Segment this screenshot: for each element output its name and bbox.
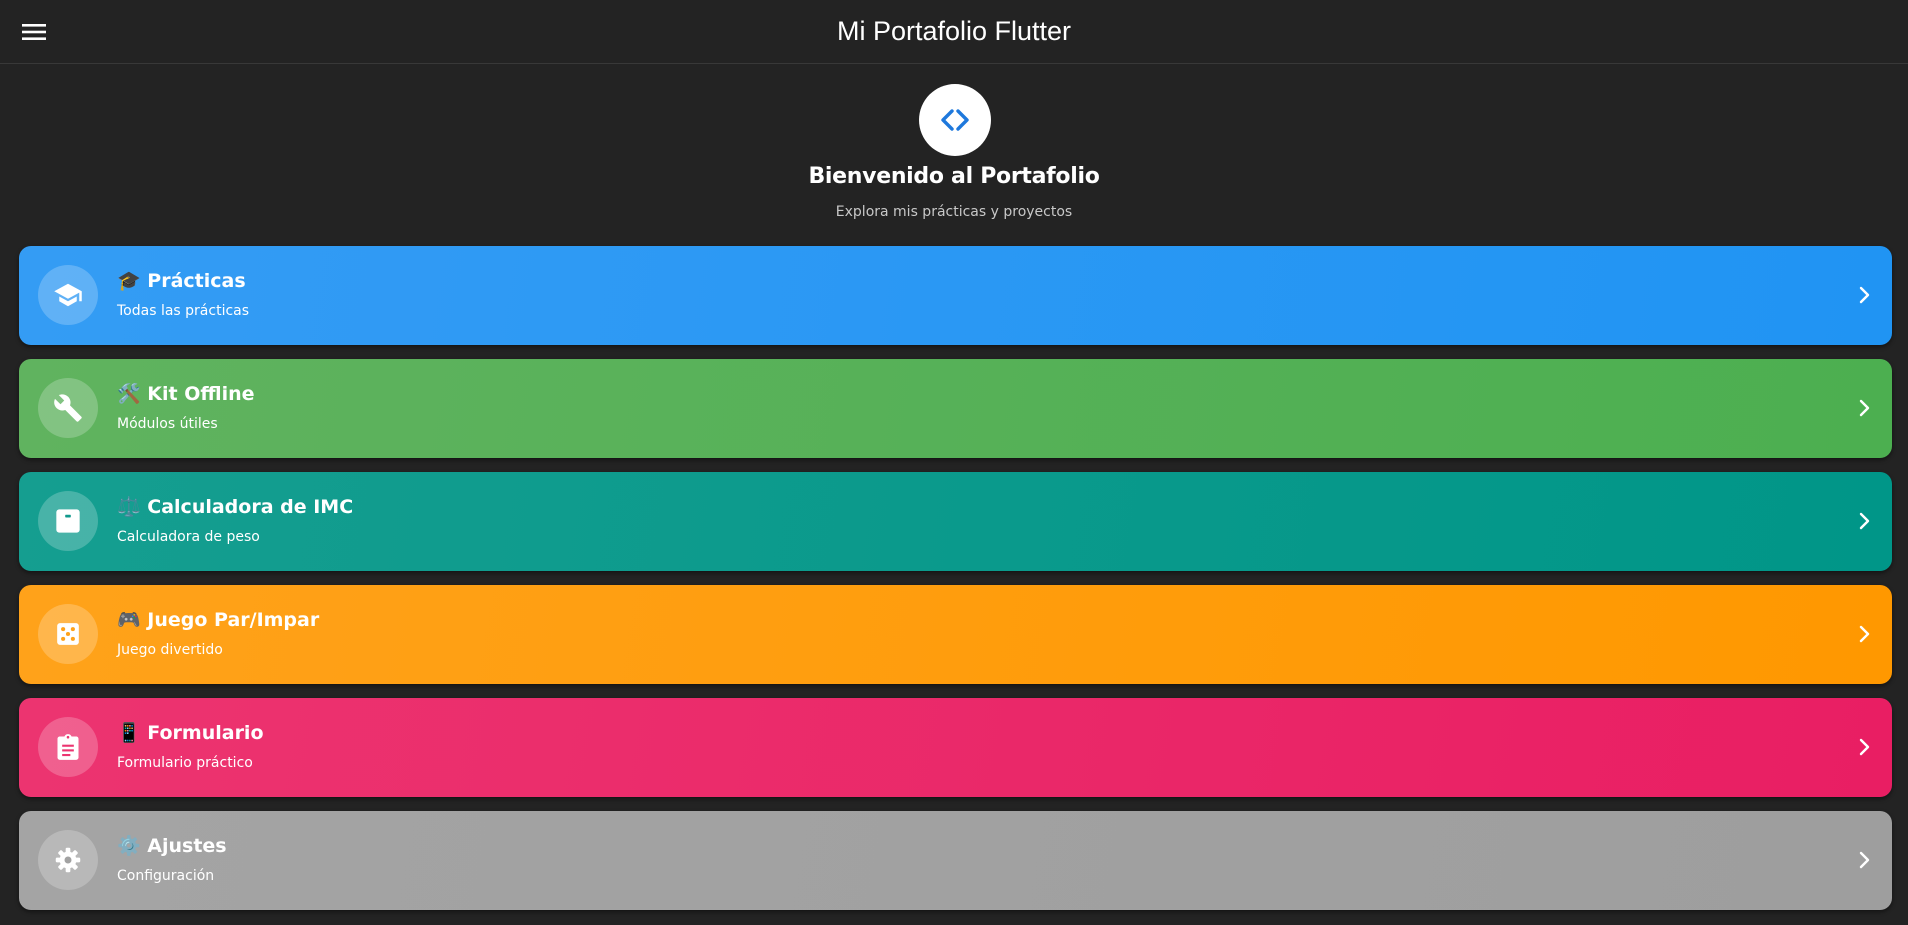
card-subtitle: Módulos útiles — [117, 416, 218, 432]
welcome-subtitle: Explora mis prácticas y proyectos — [835, 204, 1073, 220]
card-title: ⚖️ Calculadora de IMC — [117, 496, 354, 518]
gear-icon — [55, 847, 81, 873]
card-icon-circle — [38, 830, 98, 890]
card-formulario[interactable]: 📱 Formulario Formulario práctico — [19, 698, 1892, 797]
card-subtitle: Formulario práctico — [117, 755, 253, 771]
chevron-right-icon — [1859, 286, 1870, 304]
scale-icon — [56, 509, 80, 533]
card-title: 🎮 Juego Par/Impar — [117, 609, 320, 631]
card-icon-circle — [38, 378, 98, 438]
chevron-right-icon — [1859, 851, 1870, 869]
card-subtitle: Todas las prácticas — [117, 303, 250, 319]
chevron-right-icon — [1859, 399, 1870, 417]
welcome-header: Bienvenido al Portafolio Explora mis prá… — [0, 64, 1908, 240]
dice-icon — [57, 623, 79, 645]
card-juego-par-impar[interactable]: 🎮 Juego Par/Impar Juego divertido — [19, 585, 1892, 684]
card-subtitle: Calculadora de peso — [117, 529, 260, 545]
card-kit-offline[interactable]: 🛠️ Kit Offline Módulos útiles — [19, 359, 1892, 458]
card-calculadora-imc[interactable]: ⚖️ Calculadora de IMC Calculadora de pes… — [19, 472, 1892, 571]
card-subtitle: Juego divertido — [117, 642, 223, 658]
card-icon-circle — [38, 717, 98, 777]
clipboard-icon — [57, 734, 79, 760]
wrench-icon — [54, 394, 82, 422]
app-title: Mi Portafolio Flutter — [836, 16, 1072, 46]
card-icon-circle — [38, 604, 98, 664]
card-ajustes[interactable]: ⚙️ Ajustes Configuración — [19, 811, 1892, 910]
code-icon — [941, 109, 969, 131]
card-practicas[interactable]: 🎓 Prácticas Todas las prácticas — [19, 246, 1892, 345]
card-subtitle: Configuración — [117, 868, 215, 884]
card-title: 📱 Formulario — [117, 722, 264, 744]
school-icon — [54, 283, 82, 307]
welcome-title: Bienvenido al Portafolio — [808, 164, 1100, 189]
chevron-right-icon — [1859, 512, 1870, 530]
chevron-right-icon — [1859, 738, 1870, 756]
card-icon-circle — [38, 265, 98, 325]
card-icon-circle — [38, 491, 98, 551]
app-bar: Mi Portafolio Flutter — [0, 0, 1908, 64]
card-title: ⚙️ Ajustes — [117, 835, 227, 857]
card-title: 🎓 Prácticas — [117, 270, 246, 292]
card-title: 🛠️ Kit Offline — [117, 383, 255, 405]
chevron-right-icon — [1859, 625, 1870, 643]
logo-avatar — [919, 84, 991, 156]
